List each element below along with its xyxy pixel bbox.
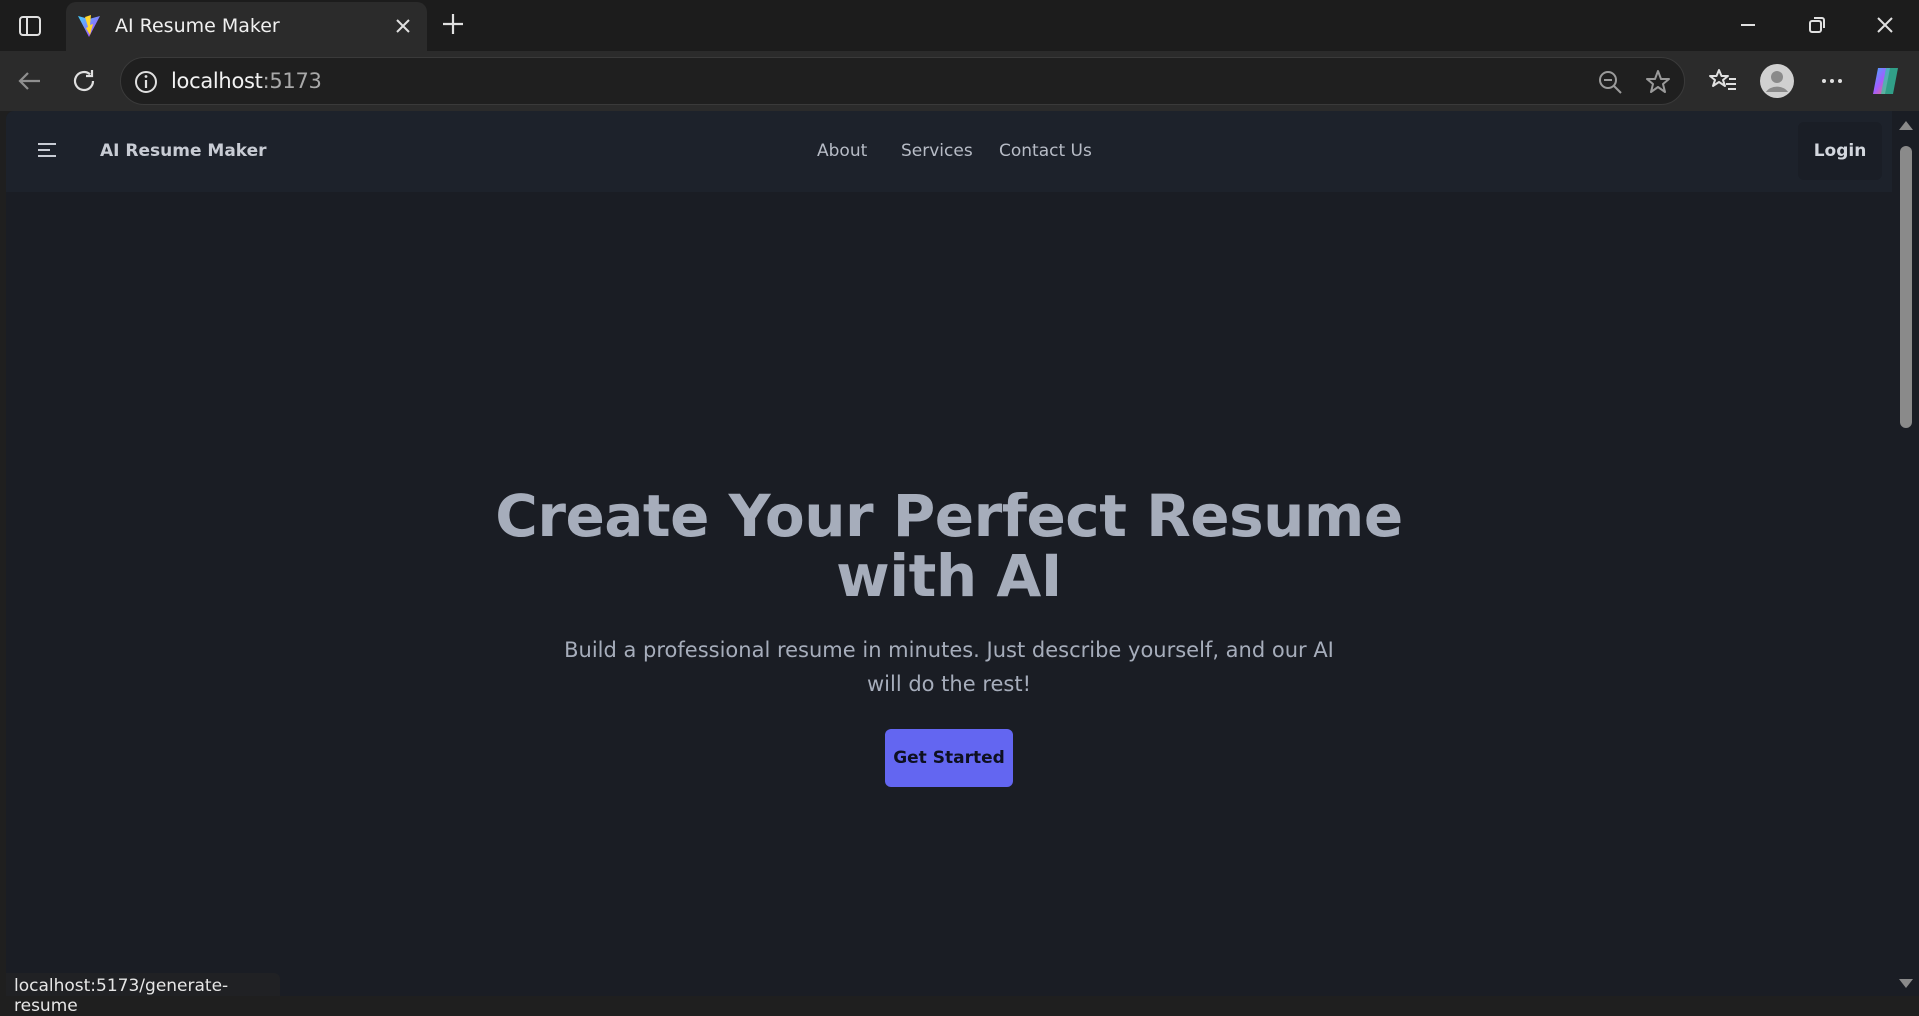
minimize-icon[interactable] xyxy=(1735,12,1761,38)
browser-tab[interactable]: AI Resume Maker xyxy=(66,2,427,51)
site-navbar: AI Resume Maker About Services Contact U… xyxy=(6,111,1892,192)
url-port: :5173 xyxy=(262,69,322,93)
vite-logo-icon xyxy=(76,13,102,39)
browser-tab-bar: AI Resume Maker xyxy=(0,0,1919,51)
scroll-down-arrow-icon[interactable] xyxy=(1899,979,1913,988)
favorite-star-icon[interactable] xyxy=(1644,68,1672,96)
page-scrollbar[interactable] xyxy=(1892,111,1919,996)
favorites-icon[interactable] xyxy=(1707,65,1739,97)
hero-title: Create Your Perfect Resume with AI xyxy=(6,486,1892,606)
nav-link-contact[interactable]: Contact Us xyxy=(999,141,1092,161)
url-host: localhost xyxy=(171,69,263,93)
hero-title-line-1: Create Your Perfect Resume xyxy=(495,482,1403,550)
back-icon[interactable] xyxy=(14,65,46,97)
browser-toolbar: localhost:5173 xyxy=(0,51,1919,111)
scroll-thumb[interactable] xyxy=(1900,146,1912,428)
page-viewport: AI Resume Maker About Services Contact U… xyxy=(6,111,1919,996)
zoom-out-icon[interactable] xyxy=(1596,68,1624,96)
more-options-icon[interactable] xyxy=(1816,65,1848,97)
nav-link-services[interactable]: Services xyxy=(901,141,973,161)
link-status-bar: localhost:5173/generate-resume xyxy=(6,973,280,1016)
close-tab-icon[interactable] xyxy=(393,16,413,36)
tab-title: AI Resume Maker xyxy=(115,15,280,37)
profile-avatar-icon[interactable] xyxy=(1759,63,1795,99)
scroll-up-arrow-icon[interactable] xyxy=(1899,121,1913,130)
nav-link-about[interactable]: About xyxy=(817,141,867,161)
address-bar[interactable]: localhost:5173 xyxy=(120,57,1685,105)
url-text[interactable]: localhost:5173 xyxy=(171,69,322,93)
login-button[interactable]: Login xyxy=(1798,122,1882,180)
nav-links: About Services Contact Us xyxy=(6,141,1892,163)
get-started-button[interactable]: Get Started xyxy=(885,729,1013,787)
copilot-icon[interactable] xyxy=(1868,63,1904,99)
close-window-icon[interactable] xyxy=(1872,12,1898,38)
hero-title-line-2: with AI xyxy=(836,542,1062,610)
hero-subtitle: Build a professional resume in minutes. … xyxy=(564,638,1334,696)
site-info-icon[interactable] xyxy=(133,69,159,95)
new-tab-icon[interactable] xyxy=(440,11,466,37)
restore-icon[interactable] xyxy=(1804,12,1830,38)
reload-icon[interactable] xyxy=(68,65,100,97)
sidebar-toggle-icon[interactable] xyxy=(16,12,44,40)
